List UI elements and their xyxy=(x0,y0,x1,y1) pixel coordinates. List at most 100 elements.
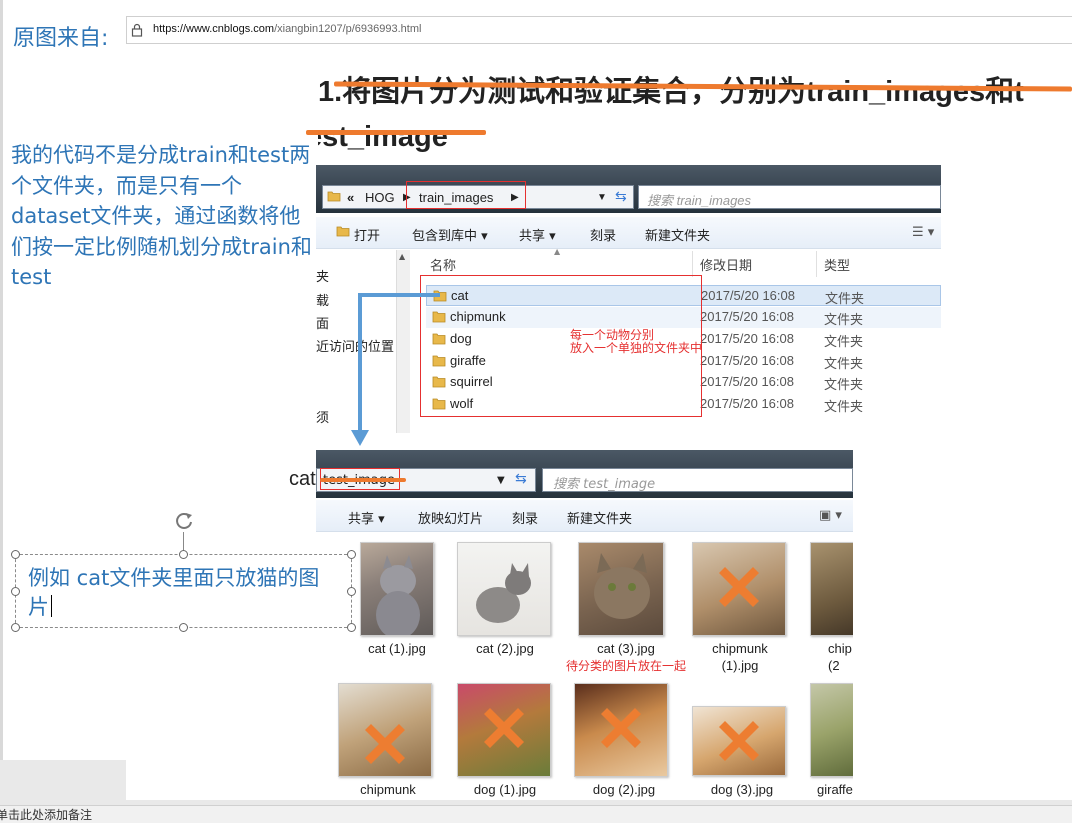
annotation-each-animal: 每一个动物分别 放入一个单独的文件夹中 xyxy=(570,329,702,355)
note-dataset[interactable]: 我的代码不是分成train和test两个文件夹，而是只有一个dataset文件夹… xyxy=(11,140,321,293)
resize-handle-e[interactable] xyxy=(347,587,356,596)
explorer-toolbar: 打开 包含到库中 ▾ 共享 ▾ 刻录 新建文件夹 ☰ ▾ xyxy=(316,217,941,249)
textbox-cat-example[interactable]: 例如 cat文件夹里面只放猫的图片 xyxy=(28,564,328,622)
column-type: 类型 xyxy=(824,259,851,274)
file-caption: cat (1).jpg xyxy=(368,641,426,656)
search-train-images: 搜索 train_images xyxy=(638,185,941,209)
dog-photo xyxy=(692,706,786,776)
strike-line-2 xyxy=(306,130,486,135)
file-caption: dog (2).jpg xyxy=(592,782,656,797)
column-name: 名称 xyxy=(430,259,457,274)
folder-type: 文件夹 xyxy=(824,334,864,349)
folder-date: 2017/5/20 16:08 xyxy=(700,309,794,324)
folder-type: 文件夹 xyxy=(824,356,864,371)
folder-icon xyxy=(327,189,341,206)
view-options-icon: ▣ ▾ xyxy=(819,508,842,523)
nav-item: 面 xyxy=(316,317,330,332)
search-placeholder: 搜索 train_images xyxy=(647,193,752,208)
folder-type: 文件夹 xyxy=(824,399,864,414)
folder-date: 2017/5/20 16:08 xyxy=(701,288,795,303)
file-caption-text: chip xyxy=(828,641,852,656)
file-caption: cat (3).jpg 待分类的图片放在一起 xyxy=(566,640,686,675)
toolbar-burn: 刻录 xyxy=(590,229,617,244)
file-caption: dog (3).jpg xyxy=(710,782,774,797)
folder-type: 文件夹 xyxy=(824,312,864,327)
search-placeholder: 搜索 test_image xyxy=(553,477,656,492)
resize-handle-nw[interactable] xyxy=(11,550,20,559)
giraffe-photo xyxy=(810,683,853,777)
cat-photo xyxy=(578,542,664,636)
toolbar-include-library: 包含到库中 ▾ xyxy=(412,229,488,244)
folder-date: 2017/5/20 16:08 xyxy=(700,331,794,346)
cross-icon xyxy=(719,721,759,761)
nav-item: 夹 xyxy=(316,270,330,285)
toolbar-share: 共享 ▾ xyxy=(519,229,556,244)
nav-item: 近访问的位置 xyxy=(316,340,395,355)
cat-photo xyxy=(360,542,434,636)
annotation-line: 放入一个单独的文件夹中 xyxy=(570,341,703,355)
file-caption-text: (1).jpg xyxy=(721,658,759,673)
search-test-image: 搜索 test_image xyxy=(542,468,853,492)
sort-up-icon: ▲ xyxy=(554,247,561,256)
url-host: https://www.cnblogs.com xyxy=(153,23,275,35)
breadcrumb-hog: HOG xyxy=(365,190,395,205)
cross-icon xyxy=(601,708,641,748)
folder-date: 2017/5/20 16:08 xyxy=(700,353,794,368)
column-separator xyxy=(816,251,817,277)
resize-handle-sw[interactable] xyxy=(11,623,20,632)
chipmunk-photo xyxy=(810,542,853,636)
chevron-down-icon: ▼ xyxy=(497,475,505,486)
resize-handle-w[interactable] xyxy=(11,587,20,596)
cross-icon xyxy=(719,567,759,607)
resize-handle-n[interactable] xyxy=(179,550,188,559)
file-caption: chipmunk (1).jpg xyxy=(680,640,800,674)
breadcrumb-root: « xyxy=(347,190,355,205)
nav-item: 载 xyxy=(316,294,330,309)
workspace-gap xyxy=(0,760,126,805)
strike-test-image xyxy=(320,478,406,482)
slide-canvas: 原图来自: https://www.cnblogs.com/xiangbin12… xyxy=(0,0,1072,823)
file-caption-text: (2 xyxy=(828,658,840,673)
dog-photo xyxy=(457,683,551,777)
explorer-test-image: test_image ▼ ⇆ 搜索 test_image 共享 ▾ 放映幻灯片 … xyxy=(316,450,853,800)
url-bar: https://www.cnblogs.com/xiangbin1207/p/6… xyxy=(126,16,1072,44)
resize-handle-ne[interactable] xyxy=(347,550,356,559)
url-text: https://www.cnblogs.com/xiangbin1207/p/6… xyxy=(153,23,421,35)
resize-handle-se[interactable] xyxy=(347,623,356,632)
chevron-down-icon: ▼ xyxy=(597,192,607,203)
file-caption: dog (1).jpg xyxy=(473,782,537,797)
url-path: /xiangbin1207/p/6936993.html xyxy=(274,23,422,35)
lock-icon xyxy=(131,23,143,37)
toolbar-slideshow: 放映幻灯片 xyxy=(418,512,484,527)
highlight-train-images-address xyxy=(406,181,526,209)
heading-line-1: 1.将图片分为测试和验证集合，分别为train_images和t xyxy=(318,76,1024,108)
resize-handle-s[interactable] xyxy=(179,623,188,632)
toolbar-open: 打开 xyxy=(354,229,381,244)
column-date: 修改日期 xyxy=(700,259,753,274)
notes-pane[interactable]: 单击此处添加备注 xyxy=(0,805,1072,823)
nav-scrollbar: ▲ xyxy=(396,250,410,433)
explorer-train-images: « HOG ▶ train_images ▶ ▼ ⇆ 搜索 train_imag… xyxy=(316,165,941,433)
file-caption-text: cat (3).jpg xyxy=(597,641,655,656)
folder-date: 2017/5/20 16:08 xyxy=(700,396,794,411)
file-caption: giraffe xyxy=(817,782,853,797)
notes-placeholder: 单击此处添加备注 xyxy=(0,808,93,822)
text-caret xyxy=(51,595,52,617)
column-separator xyxy=(692,251,693,277)
nav-item: 须 xyxy=(316,411,330,426)
toolbar-new-folder: 新建文件夹 xyxy=(645,229,711,244)
cat-photo xyxy=(457,542,551,636)
toolbar-new-folder: 新建文件夹 xyxy=(567,512,633,527)
open-icon xyxy=(336,224,351,242)
slide-edge xyxy=(0,0,3,760)
refresh-icon: ⇆ xyxy=(515,471,527,487)
textbox-text[interactable]: 例如 cat文件夹里面只放猫的图片 xyxy=(28,566,319,619)
folder-type: 文件夹 xyxy=(825,291,865,306)
cat-label: cat xyxy=(289,468,316,490)
annotation-pending: 待分类的图片放在一起 xyxy=(566,659,687,673)
chipmunk-photo xyxy=(692,542,786,636)
file-caption: chipmunk xyxy=(360,782,416,797)
rotate-handle-icon[interactable] xyxy=(173,510,195,532)
source-label: 原图来自: xyxy=(13,26,109,51)
scroll-up-icon: ▲ xyxy=(399,252,406,261)
